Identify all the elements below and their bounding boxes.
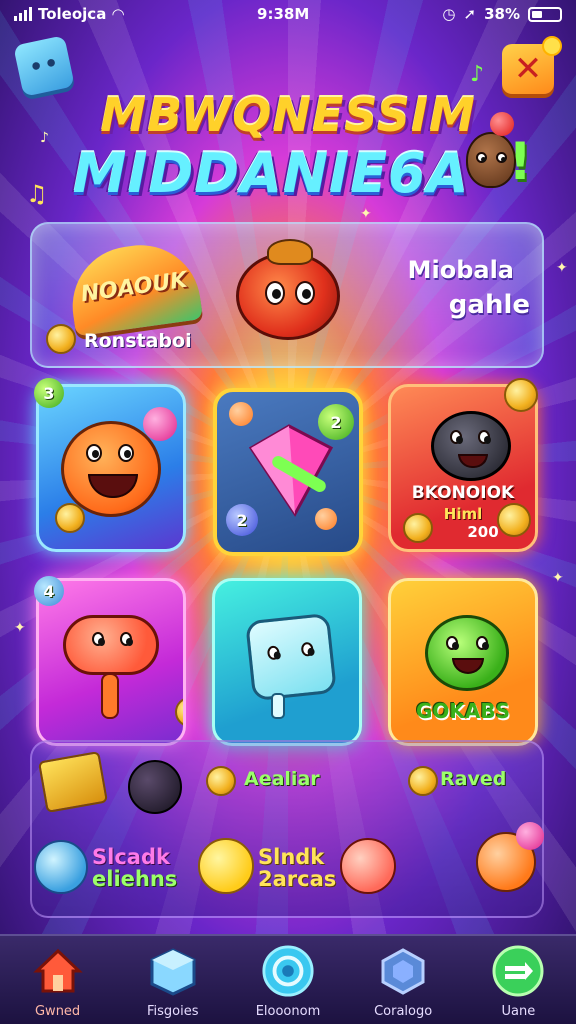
wifi-icon: ◠ [112,5,124,23]
coin-face-icon [504,378,538,412]
close-button[interactable]: ✕ [502,36,562,94]
play-icon [491,944,545,998]
coin-icon [55,503,85,533]
cube-icon [146,944,200,998]
game-tile-pink-lollipop[interactable] [36,578,186,746]
banner-right-line1: Miobala [407,256,514,284]
promo1-line1: Slcadk [92,845,170,869]
featured-logo-text: NOAOUK [79,267,189,307]
clock: 9:38M [257,5,310,23]
promo2-line1: Slndk [258,845,325,869]
level-badge: 3 [34,378,64,408]
status-bar: Toleojca ◠ 9:38M ◷ ➚ 38% [0,0,576,28]
game-tile-green-bear[interactable]: GOKABS [388,578,538,746]
orb-icon [229,402,253,426]
coin-icon [403,513,433,543]
rewards-panel [30,740,544,918]
candy-icon [143,407,177,441]
character-avatar-icon[interactable] [340,838,396,894]
nav-label-categories: Fisgoies [147,1004,199,1019]
home-icon [31,944,85,998]
nav-item-play[interactable]: Uane [463,944,573,1019]
coin-icon [175,697,183,727]
music-note-icon: ♫ [26,180,48,208]
nav-label-play: Uane [501,1004,536,1019]
black-bear-icon [431,411,511,481]
reward-label-left: Aealiar [244,768,320,790]
sparkle-icon: ✦ [14,620,26,636]
orb-icon [315,508,337,530]
nav-item-catalog[interactable]: Coralogo [348,944,458,1019]
level-badge: 2 [226,504,258,536]
coin-icon [206,766,236,796]
promo2-line2: 2arcas [258,867,337,891]
nav-item-home[interactable]: Gwned [3,944,113,1019]
exclamation-icon: ! [508,132,532,192]
nav-label-catalog: Coralogo [374,1004,433,1019]
lollipop-character-icon [63,615,159,675]
blue-orb-icon[interactable] [34,840,88,894]
level-badge: 4 [34,576,64,606]
game-tile-orange-monster[interactable] [36,384,186,552]
reward-label-right: Raved [440,768,507,790]
signal-icon [14,7,32,21]
coin-face-icon [497,503,531,537]
coin-icon [408,766,438,796]
music-note-icon: ♪ [470,62,485,87]
promo1-line2: eliehns [92,867,178,891]
target-icon [261,944,315,998]
candy-icon [516,822,544,850]
battery-percent: 38% [484,5,520,23]
nav-label-home: Gwned [34,1004,81,1019]
smiley-icon[interactable] [198,838,254,894]
tomato-character-icon [236,239,340,340]
ice-cube-stick [271,693,285,719]
coin-icon [46,324,76,354]
bear-promo-title: BKONOIOK [411,483,515,503]
green-bear-icon [425,615,509,691]
green-bear-label: GOKABS [415,699,511,723]
treasure-chest-icon[interactable] [37,751,109,813]
sparkle-icon: ✦ [556,260,568,276]
close-icon: ✕ [513,49,543,89]
notification-dot [542,36,562,56]
nav-label-center: Elooonom [255,1004,321,1019]
game-tile-ice-cube[interactable] [212,578,362,746]
alarm-icon: ◷ [442,5,456,23]
carrier-name: Toleojca [38,5,107,23]
location-icon: ➚ [463,5,477,23]
nav-item-center[interactable]: Elooonom [233,944,343,1019]
music-note-icon: ♪ [40,130,49,146]
bottom-nav: Gwned Fisgoies Elooonom Coralogo Uane [0,934,576,1024]
level-badge: 2 [318,404,354,440]
battery-icon [527,6,562,22]
sparkle-icon: ✦ [552,570,564,586]
banner-right-line2: gahle [448,290,530,320]
lollipop-stick [101,673,119,719]
cube-face-icon: •• [25,48,63,84]
nav-item-categories[interactable]: Fisgoies [118,944,228,1019]
ice-cube-icon [245,612,337,702]
sparkle-icon: ✦ [360,206,372,222]
bomb-character-icon[interactable] [128,760,182,814]
banner-left-label: Ronstaboi [84,330,192,352]
orange-monster-icon [61,421,161,517]
hexagon-icon [376,944,430,998]
